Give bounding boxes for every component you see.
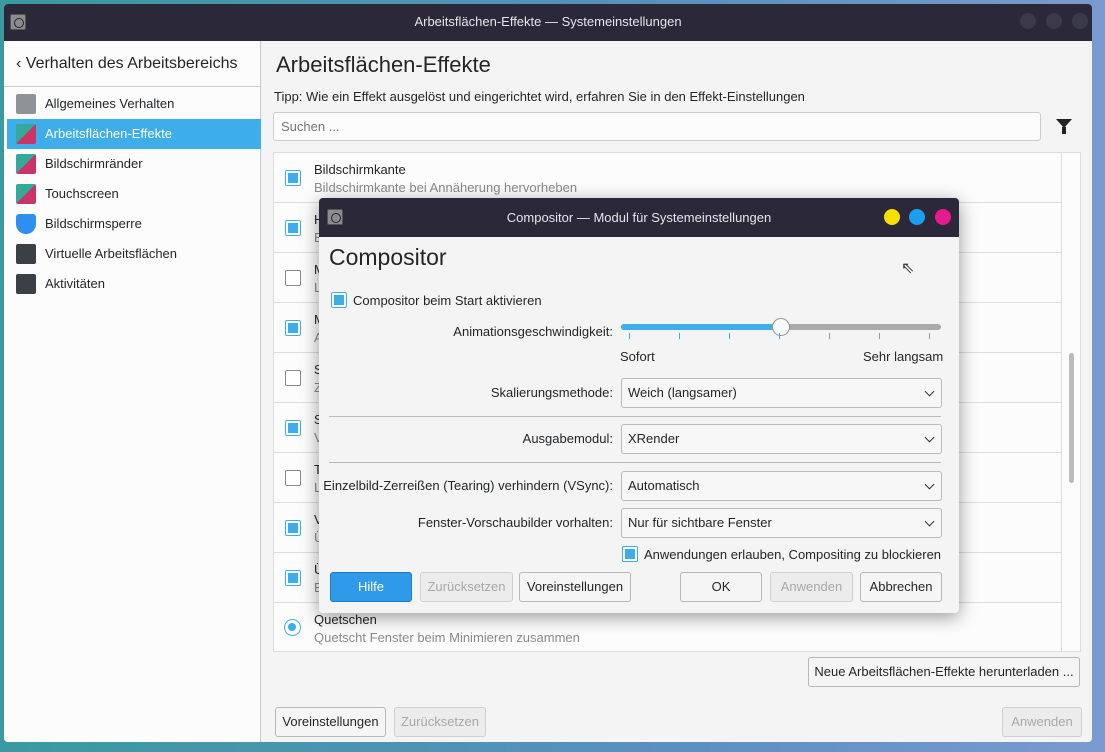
- maximize-button[interactable]: [909, 209, 925, 225]
- slider-tick: [679, 333, 680, 339]
- apply-button[interactable]: Anwenden: [770, 572, 853, 602]
- effect-checkbox[interactable]: [285, 570, 301, 586]
- effect-description: Quetscht Fenster beim Minimieren zusamme…: [314, 630, 580, 645]
- defaults-button[interactable]: Voreinstellungen: [519, 572, 631, 602]
- sidebar-item[interactable]: Allgemeines Verhalten: [7, 89, 261, 119]
- app-icon: [327, 209, 343, 225]
- dialog-heading: Compositor: [329, 244, 447, 270]
- sidebar-item-label: Bildschirmränder: [45, 156, 143, 171]
- sidebar-item[interactable]: Aktivitäten: [7, 269, 261, 299]
- sidebar-item-label: Allgemeines Verhalten: [45, 96, 175, 111]
- effect-checkbox[interactable]: [285, 320, 301, 336]
- effect-checkbox[interactable]: [285, 370, 301, 386]
- slider-max-label: Sehr langsam: [863, 349, 944, 364]
- backend-combo[interactable]: XRender: [621, 424, 942, 454]
- scrollbar-handle[interactable]: [1069, 353, 1074, 483]
- vsync-combo[interactable]: Automatisch: [621, 471, 942, 501]
- lock-shield-icon: [16, 214, 36, 234]
- sidebar-item-label: Arbeitsflächen-Effekte: [45, 126, 172, 141]
- backend-label: Ausgabemodul:: [522, 431, 613, 446]
- touchscreen-icon: [16, 184, 36, 204]
- slider-tick: [729, 333, 730, 339]
- sidebar-item[interactable]: Bildschirmsperre: [7, 209, 261, 239]
- ok-button[interactable]: OK: [680, 572, 762, 602]
- effect-checkbox[interactable]: [285, 520, 301, 536]
- help-button[interactable]: Hilfe: [330, 572, 412, 602]
- slider-handle[interactable]: [772, 318, 790, 336]
- reset-button[interactable]: Zurücksetzen: [420, 572, 513, 602]
- app-icon: [10, 14, 26, 30]
- sidebar-item[interactable]: Virtuelle Arbeitsflächen: [7, 239, 261, 269]
- cancel-button[interactable]: Abbrechen: [860, 572, 942, 602]
- back-button[interactable]: ‹ Verhalten des Arbeitsbereichs: [4, 41, 261, 87]
- window-title: Arbeitsflächen-Effekte — Systemeinstellu…: [414, 14, 682, 29]
- slider-tick: [879, 333, 880, 339]
- effect-title: Bildschirmkante: [314, 162, 406, 177]
- sidebar: ‹ Verhalten des Arbeitsbereichs Allgemei…: [4, 41, 261, 742]
- enable-on-start-checkbox[interactable]: [331, 292, 347, 308]
- page-title: Arbeitsflächen-Effekte: [276, 52, 491, 77]
- effect-title: Quetschen: [314, 612, 377, 627]
- slider-min-label: Sofort: [620, 349, 655, 364]
- scale-method-combo[interactable]: Weich (langsamer): [621, 378, 942, 408]
- sidebar-item[interactable]: Touchscreen: [7, 179, 261, 209]
- filter-icon-stem: [1062, 127, 1066, 134]
- animation-speed-label: Animationsgeschwindigkeit:: [453, 324, 613, 339]
- general-behavior-icon: [16, 94, 36, 114]
- vsync-label: Einzelbild-Zerreißen (Tearing) verhinder…: [323, 478, 613, 493]
- slider-tick: [829, 333, 830, 339]
- apply-button[interactable]: Anwenden: [1002, 707, 1082, 737]
- mouse-cursor-icon: ⇖: [901, 260, 915, 277]
- search-input[interactable]: [273, 112, 1041, 141]
- minimize-button[interactable]: [884, 209, 900, 225]
- effect-description: Bildschirmkante bei Annäherung hervorheb…: [314, 180, 578, 195]
- virtual-desktops-icon: [16, 244, 36, 264]
- effect-radio[interactable]: [284, 619, 301, 636]
- dialog-titlebar: Compositor — Modul für Systemeinstellung…: [319, 198, 959, 237]
- close-button[interactable]: [935, 209, 951, 225]
- allow-block-checkbox[interactable]: [622, 546, 638, 562]
- tip-text: Tipp: Wie ein Effekt ausgelöst und einge…: [274, 89, 805, 104]
- allow-block-label: Anwendungen erlauben, Compositing zu blo…: [644, 547, 942, 562]
- divider: [329, 416, 941, 417]
- effect-checkbox[interactable]: [285, 420, 301, 436]
- effect-row[interactable]: Bildschirmkante Bildschirmkante bei Annäh…: [274, 153, 1061, 202]
- close-button[interactable]: [1072, 13, 1088, 29]
- scale-method-label: Skalierungsmethode:: [490, 385, 613, 400]
- sidebar-item[interactable]: Bildschirmränder: [7, 149, 261, 179]
- slider-tick: [929, 333, 930, 339]
- minimize-button[interactable]: [1020, 13, 1036, 29]
- compositor-dialog: Compositor — Modul für Systemeinstellung…: [319, 198, 959, 613]
- slider-tick: [629, 333, 630, 339]
- sidebar-item-label: Aktivitäten: [45, 276, 105, 291]
- sidebar-item-label: Bildschirmsperre: [45, 216, 142, 231]
- reset-button[interactable]: Zurücksetzen: [394, 707, 486, 737]
- effect-checkbox[interactable]: [285, 170, 301, 186]
- slider-tick: [779, 333, 780, 339]
- animation-speed-slider[interactable]: [621, 318, 941, 336]
- thumbnails-combo[interactable]: Nur für sichtbare Fenster: [621, 508, 942, 538]
- effect-checkbox[interactable]: [285, 270, 301, 286]
- activities-icon: [16, 274, 36, 294]
- maximize-button[interactable]: [1046, 13, 1062, 29]
- sidebar-item[interactable]: Arbeitsflächen-Effekte: [7, 119, 261, 149]
- download-effects-button[interactable]: Neue Arbeitsflächen-Effekte herunterlade…: [808, 657, 1080, 687]
- effect-checkbox[interactable]: [285, 220, 301, 236]
- screen-edges-icon: [16, 154, 36, 174]
- effect-checkbox[interactable]: [285, 470, 301, 486]
- window-titlebar: Arbeitsflächen-Effekte — Systemeinstellu…: [4, 4, 1092, 41]
- divider: [329, 462, 941, 463]
- sidebar-item-label: Virtuelle Arbeitsflächen: [45, 246, 178, 261]
- chevron-left-icon: ‹: [16, 55, 26, 72]
- thumbnails-label: Fenster-Vorschaubilder vorhalten:: [417, 515, 613, 530]
- slider-fill: [621, 324, 781, 330]
- scrollbar-track: [1061, 153, 1062, 651]
- sidebar-item-label: Touchscreen: [45, 186, 119, 201]
- desktop-effects-icon: [16, 124, 36, 144]
- defaults-button[interactable]: Voreinstellungen: [275, 707, 386, 737]
- enable-on-start-label: Compositor beim Start aktivieren: [353, 293, 542, 308]
- dialog-title: Compositor — Modul für Systemeinstellung…: [506, 210, 772, 225]
